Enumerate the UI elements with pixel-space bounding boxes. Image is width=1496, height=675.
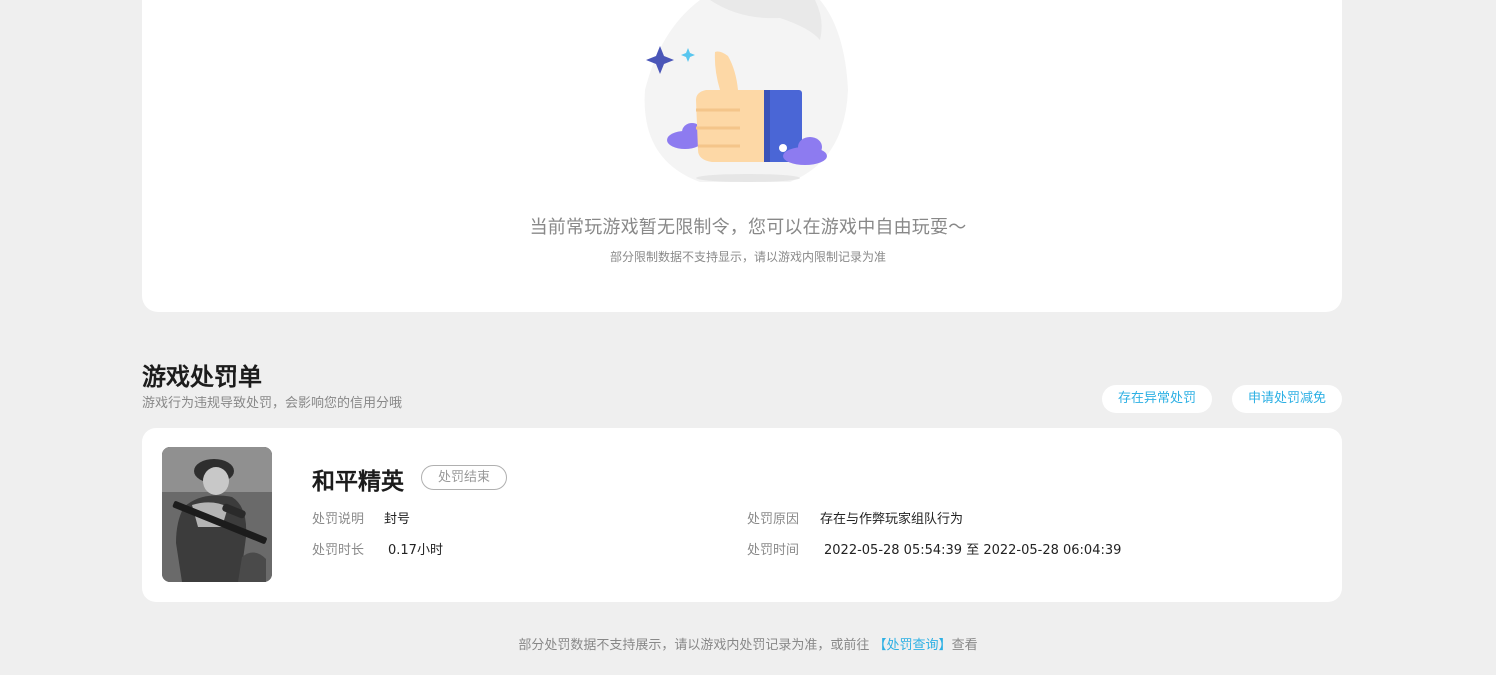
penalty-reduction-button[interactable]: 申请处罚减免 (1232, 385, 1342, 413)
empty-state-subtitle: 部分限制数据不支持显示，请以游戏内限制记录为准 (609, 250, 886, 264)
penalty-duration-value: 0.17小时 (388, 543, 443, 558)
penalty-desc-label: 处罚说明 (312, 512, 365, 527)
section-title: 游戏处罚单 (142, 363, 262, 391)
penalty-time-label: 处罚时间 (747, 543, 800, 558)
footer-text: 部分处罚数据不支持展示，请以游戏内处罚记录为准，或前往 (518, 638, 874, 653)
footer-note: 部分处罚数据不支持展示，请以游戏内处罚记录为准，或前往 【处罚查询】查看 (0, 634, 1496, 653)
thumbs-up-icon (644, 0, 848, 182)
penalty-duration-label: 处罚时长 (312, 543, 365, 558)
empty-state-title: 当前常玩游戏暂无限制令，您可以在游戏中自由玩耍～ (529, 217, 967, 238)
section-subtitle: 游戏行为违规导致处罚，会影响您的信用分哦 (142, 396, 403, 411)
abnormal-penalty-button[interactable]: 存在异常处罚 (1102, 385, 1212, 413)
penalty-reason-value: 存在与作弊玩家组队行为 (820, 512, 964, 527)
game-name: 和平精英 (312, 469, 404, 495)
game-cover-image (162, 447, 272, 582)
footer-text-end: 查看 (951, 638, 978, 653)
penalty-desc-value: 封号 (384, 512, 411, 527)
penalty-reason-label: 处罚原因 (747, 512, 800, 527)
penalty-query-link[interactable]: 【处罚查询】 (874, 638, 952, 653)
status-badge: 处罚结束 (421, 465, 507, 490)
penalty-time-value: 2022-05-28 05:54:39 至 2022-05-28 06:04:3… (824, 543, 1122, 558)
